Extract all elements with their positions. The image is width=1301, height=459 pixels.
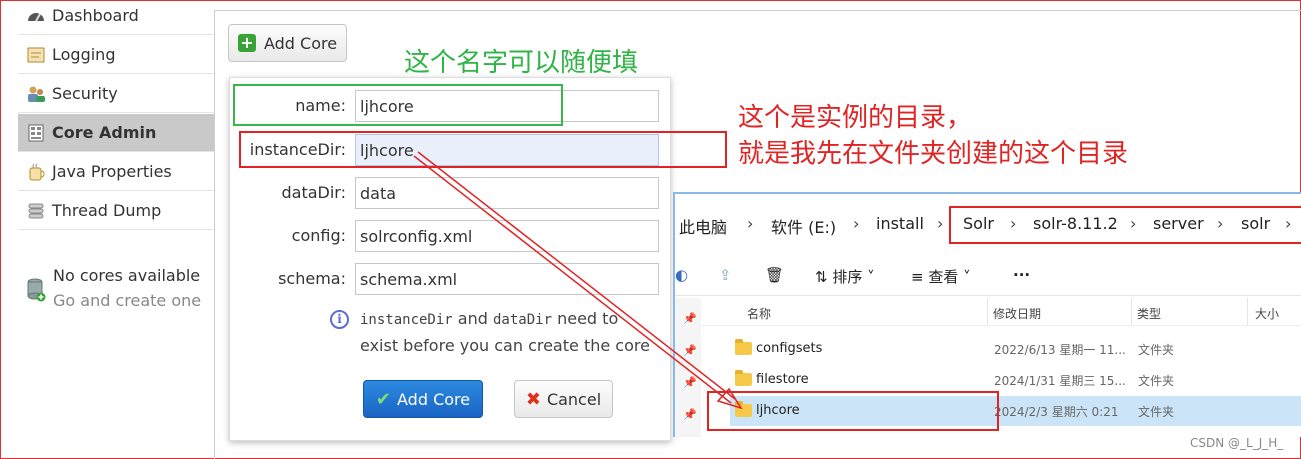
- red-highlight-box-path: [949, 206, 1301, 244]
- sidebar-item-dashboard[interactable]: Dashboard: [18, 0, 214, 35]
- watermark: CSDN @_L_J_H_: [1190, 436, 1284, 450]
- sidebar: Dashboard Logging Security Core Admin Ja…: [18, 0, 214, 459]
- config-input[interactable]: [355, 220, 659, 252]
- more-button[interactable]: ···: [1013, 266, 1030, 284]
- explorer-toolbar: ◐ ⇪ 🗑 ⇅ 排序 ˅ ≡ 查看 ˅ ···: [675, 256, 1301, 296]
- core-admin-icon: [26, 123, 46, 143]
- thread-dump-icon: [26, 201, 46, 221]
- instance-dir-label: instanceDir:: [249, 140, 346, 159]
- cancel-label: Cancel: [546, 389, 602, 409]
- instance-dir-input[interactable]: [355, 134, 659, 166]
- chevron-right-icon: ›: [853, 214, 860, 233]
- file-date: 2024/1/31 星期三 15...: [994, 374, 1126, 388]
- file-date: 2022/6/13 星期一 11...: [994, 343, 1126, 357]
- sidebar-item-security[interactable]: Security: [18, 75, 214, 113]
- no-cores-notice: No cores available Go and create one: [26, 264, 216, 316]
- schema-label: schema:: [278, 269, 346, 288]
- column-date[interactable]: 修改日期: [993, 305, 1041, 322]
- add-core-open-label: Add Core: [263, 33, 338, 53]
- breadcrumb-item[interactable]: 此电脑: [679, 214, 727, 238]
- file-row-configsets[interactable]: configsets 2022/6/13 星期一 11... 文件夹: [730, 334, 1301, 364]
- file-type: 文件夹: [1138, 374, 1175, 388]
- dashboard-icon: [26, 6, 46, 26]
- red-note-line2: 就是我先在文件夹创建的这个目录: [738, 139, 1129, 169]
- security-icon: [26, 84, 46, 104]
- file-row-filestore[interactable]: filestore 2024/1/31 星期三 15... 文件夹: [730, 365, 1301, 395]
- cut-icon[interactable]: ◐: [675, 266, 688, 284]
- folder-icon: [735, 339, 752, 355]
- pin-icon: 📌: [683, 312, 697, 325]
- info-icon: i: [330, 310, 349, 329]
- name-input[interactable]: [355, 90, 659, 122]
- cancel-button[interactable]: ✖ Cancel: [514, 380, 613, 418]
- no-cores-title: No cores available: [53, 266, 201, 285]
- pin-icon: 📌: [683, 376, 697, 389]
- file-explorer-window: 此电脑 › 软件 (E:) › install › Solr › solr-8.…: [673, 192, 1301, 437]
- trash-icon[interactable]: 🗑: [765, 266, 784, 284]
- sidebar-item-core-admin[interactable]: Core Admin: [18, 114, 214, 152]
- sort-icon: ⇅: [815, 268, 828, 286]
- instance-dir-label-wrap: instanceDir:: [230, 134, 346, 166]
- red-annotation-note: 这个是实例的目录， 就是我先在文件夹创建的这个目录: [738, 100, 1128, 172]
- column-header: 名称 修改日期 类型 大小: [701, 298, 1301, 326]
- data-dir-label: dataDir:: [281, 183, 347, 202]
- folder-icon: [735, 370, 752, 386]
- name-label: name:: [295, 96, 346, 115]
- name-label-wrap: name:: [230, 90, 346, 122]
- sidebar-item-thread-dump[interactable]: Thread Dump: [18, 192, 214, 230]
- no-cores-link[interactable]: Go and create one: [53, 291, 201, 310]
- info-text: instanceDir and dataDir need to exist be…: [360, 309, 650, 355]
- file-type: 文件夹: [1138, 343, 1175, 357]
- file-name: ljhcore: [756, 403, 800, 418]
- view-icon: ≡: [911, 268, 924, 286]
- java-icon: [26, 162, 46, 182]
- breadcrumb-item[interactable]: install: [876, 214, 924, 233]
- sidebar-item-label: Thread Dump: [52, 201, 162, 220]
- view-button[interactable]: ≡ 查看 ˅: [911, 266, 971, 287]
- add-core-submit-button[interactable]: ✔ Add Core: [363, 380, 483, 418]
- green-annotation-note: 这个名字可以随便填: [404, 48, 639, 78]
- sidebar-item-label: Logging: [52, 45, 116, 64]
- chevron-right-icon: ›: [937, 214, 944, 233]
- data-dir-input[interactable]: [355, 177, 659, 209]
- breadcrumb-item[interactable]: 软件 (E:): [771, 214, 836, 238]
- sidebar-item-label: Security: [52, 84, 118, 103]
- column-type[interactable]: 类型: [1137, 305, 1161, 322]
- folder-icon: [735, 401, 752, 417]
- add-core-open-button[interactable]: + Add Core: [228, 24, 347, 62]
- add-core-submit-label: Add Core: [397, 389, 471, 409]
- cancel-x-icon: ✖: [525, 388, 541, 410]
- sidebar-item-java-properties[interactable]: Java Properties: [18, 153, 214, 191]
- sort-button[interactable]: ⇅ 排序 ˅: [815, 266, 875, 287]
- config-label: config:: [291, 226, 346, 245]
- data-dir-label-wrap: dataDir:: [230, 177, 347, 209]
- red-note-line1: 这个是实例的目录，: [738, 103, 973, 133]
- share-icon[interactable]: ⇪: [719, 266, 732, 284]
- file-type: 文件夹: [1138, 405, 1175, 419]
- file-row-ljhcore[interactable]: ljhcore 2024/2/3 星期六 0:21 文件夹: [730, 396, 1301, 426]
- column-name[interactable]: 名称: [747, 305, 771, 322]
- address-bar: 此电脑 › 软件 (E:) › install › Solr › solr-8.…: [675, 194, 1301, 252]
- sidebar-item-logging[interactable]: Logging: [18, 36, 214, 74]
- pin-icon: 📌: [683, 408, 697, 421]
- schema-input[interactable]: [355, 263, 659, 295]
- sidebar-item-label: Dashboard: [52, 6, 139, 25]
- quick-access-pane: 📌 📌 📌 📌: [675, 298, 701, 437]
- logging-icon: [26, 45, 46, 65]
- plus-icon: +: [237, 34, 256, 52]
- pin-icon: 📌: [683, 344, 697, 357]
- column-size[interactable]: 大小: [1255, 305, 1279, 322]
- sidebar-item-label: Core Admin: [52, 123, 157, 142]
- config-label-wrap: config:: [230, 220, 346, 252]
- file-name: filestore: [756, 372, 809, 387]
- check-icon: ✔: [375, 388, 391, 410]
- database-add-icon: [26, 278, 46, 302]
- chevron-right-icon: ›: [747, 214, 754, 233]
- schema-label-wrap: schema:: [230, 263, 346, 295]
- file-name: configsets: [756, 341, 823, 356]
- sidebar-item-label: Java Properties: [52, 162, 172, 181]
- file-date: 2024/2/3 星期六 0:21: [994, 405, 1119, 419]
